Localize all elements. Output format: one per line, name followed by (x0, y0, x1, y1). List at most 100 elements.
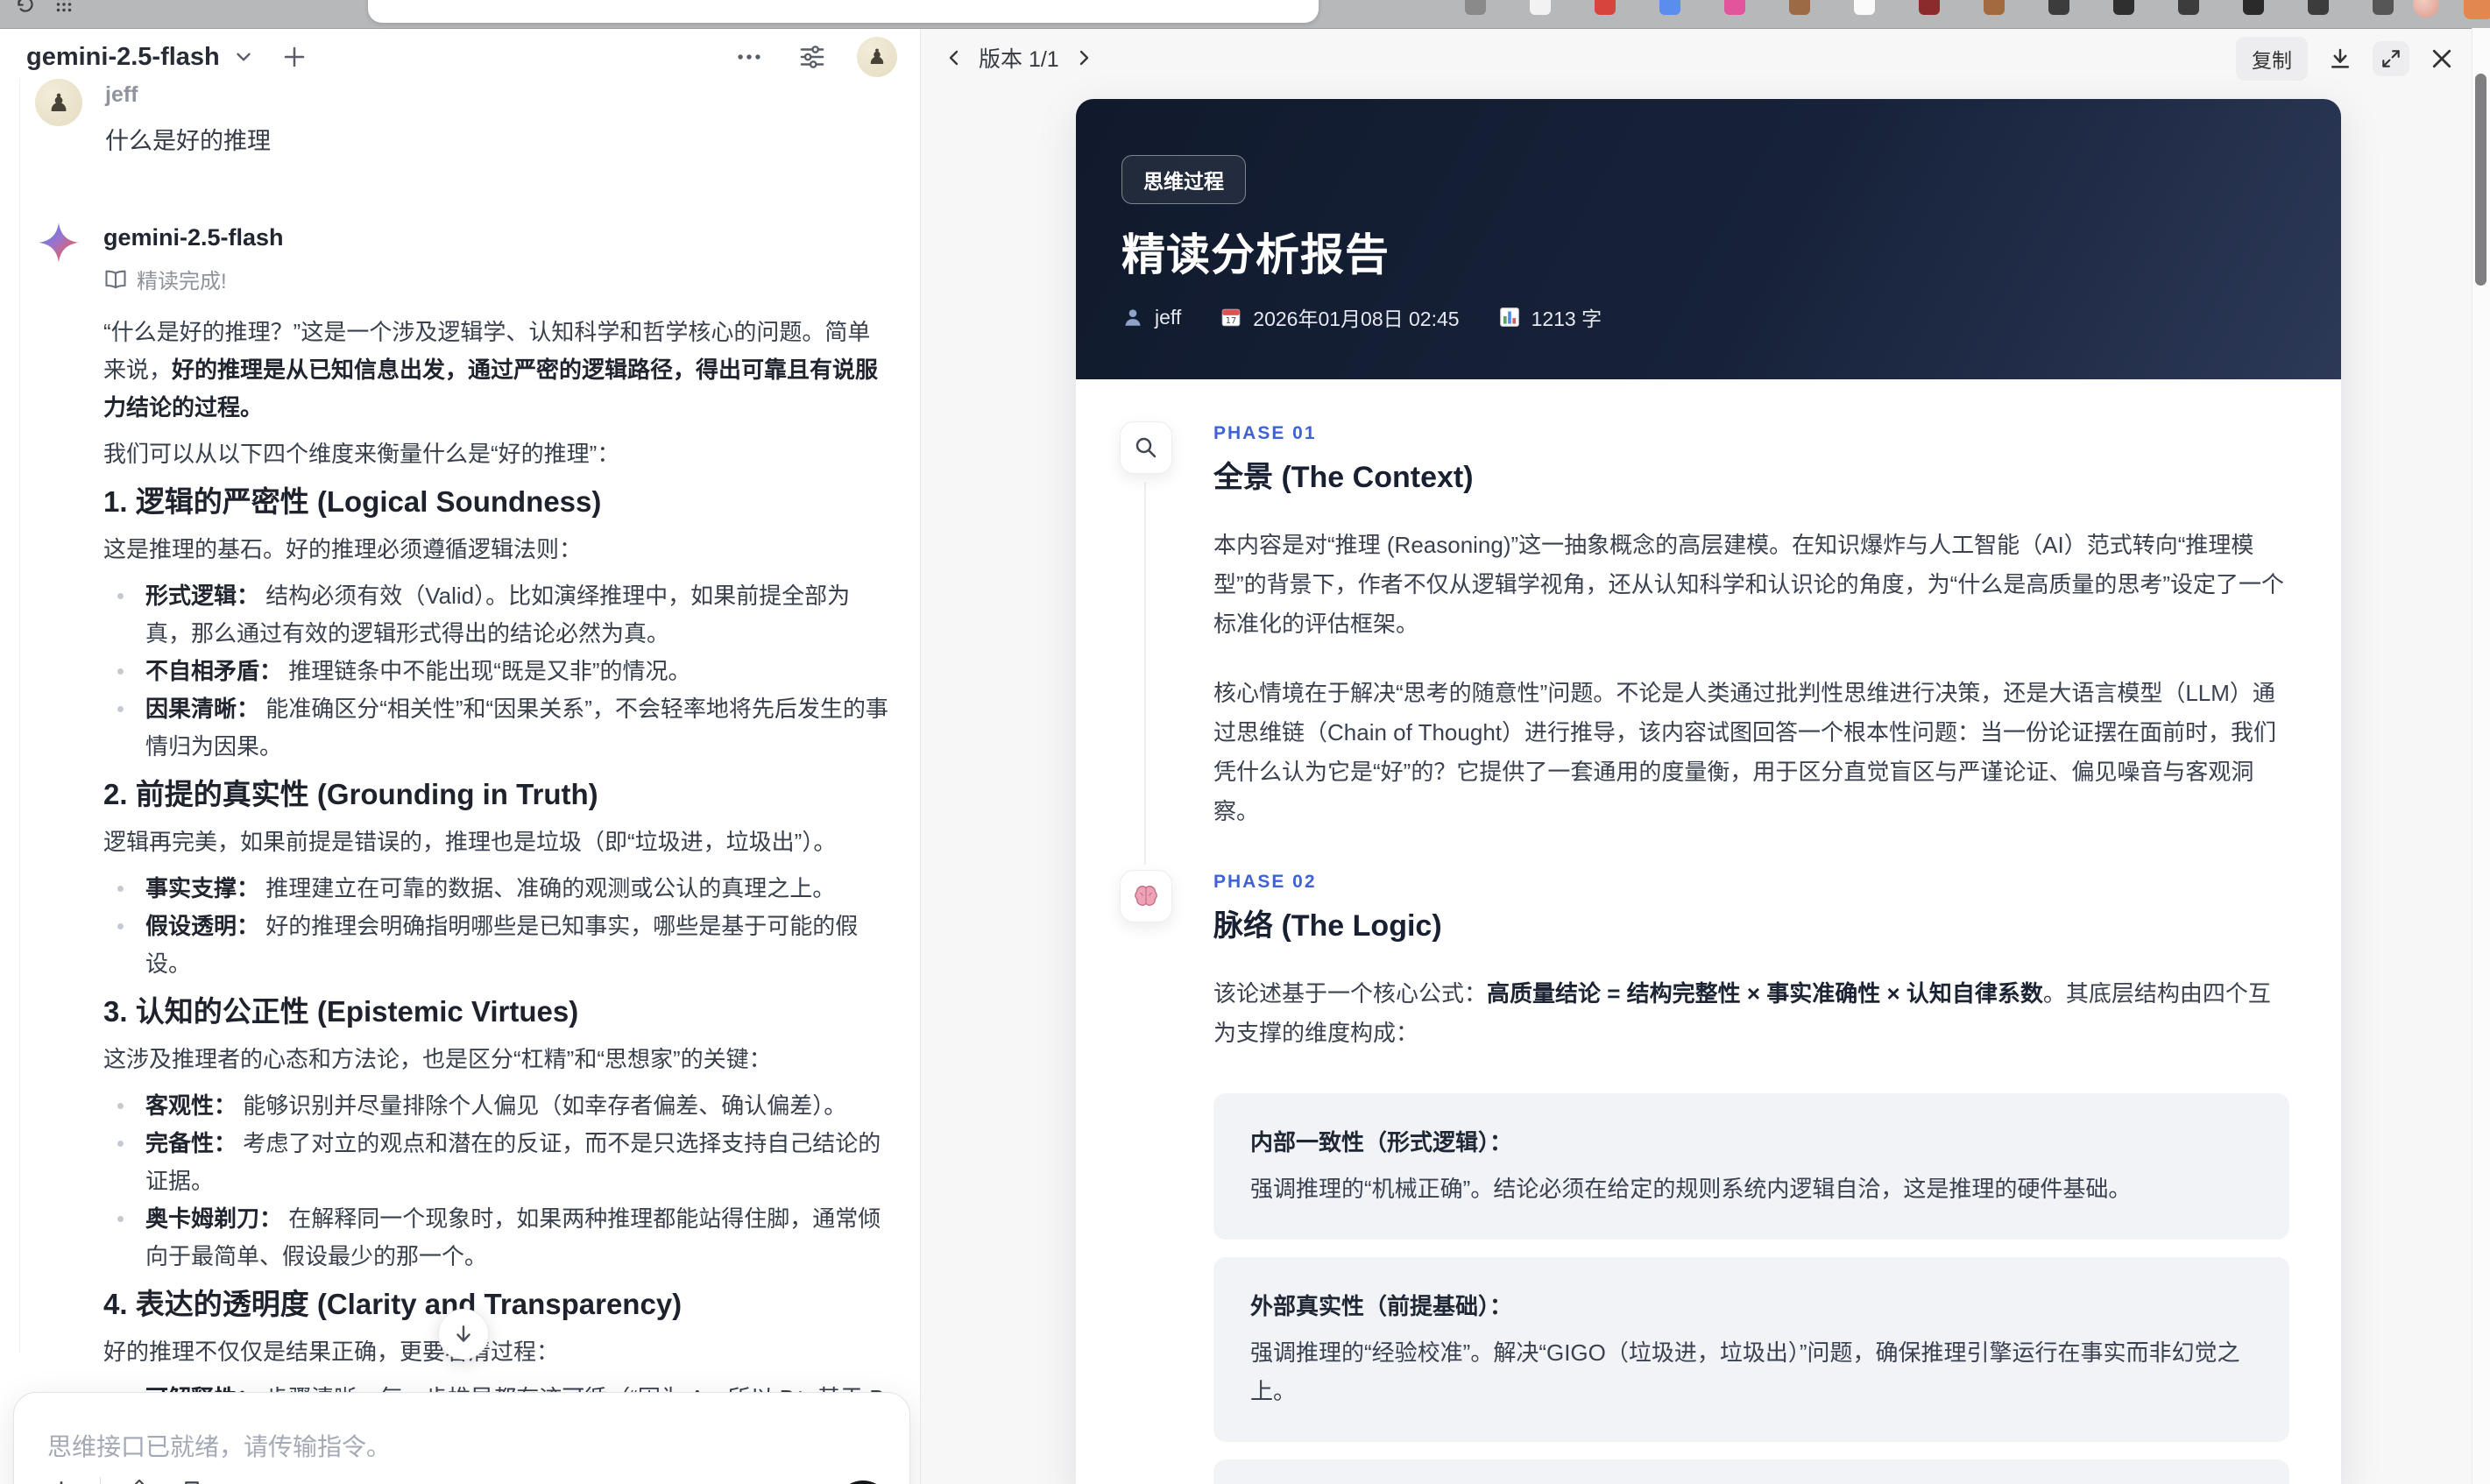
apps-icon[interactable] (125, 1478, 153, 1484)
timeline-line (1144, 483, 1146, 865)
chat-panel: gemini-2.5-flash ♟ ♟ jeff 什么是好的推理 gemini… (0, 28, 921, 1484)
report-meta: jeff 17 2026年01月08日 02:45 1213 字 (1121, 302, 1602, 332)
bullet-list: 形式逻辑： 结构必须有效（Valid）。比如演绎推理中，如果前提全部为真，那么通… (103, 577, 890, 766)
report-phase: PHASE 01 全景 (The Context) 本内容是对“推理 (Reason… (1076, 379, 2341, 865)
phase-title: 全景 (The Context) (1213, 461, 1474, 494)
chat-paragraph: 好的推理不仅仅是结果正确，更要看清过程： (103, 1339, 560, 1365)
divider (100, 1477, 101, 1484)
status-text: 精读完成! (137, 270, 227, 293)
version-label: 版本 1/1 (979, 47, 1059, 72)
attach-button[interactable] (47, 1478, 75, 1484)
browser-corner-icon[interactable] (2464, 0, 2490, 19)
download-icon[interactable] (2327, 46, 2353, 72)
brain-icon (1133, 883, 1159, 909)
more-options-icon[interactable] (734, 42, 764, 72)
extension-icon[interactable] (1919, 0, 1940, 15)
preview-actions: 复制 (2236, 37, 2455, 81)
fullscreen-icon (2380, 47, 2402, 70)
browser-profile-avatar[interactable] (2413, 0, 2439, 18)
phase-cards: 内部一致性（形式逻辑）： 强调推理的“机械正确”。结论必须在给定的规则系统内逻辑自… (1213, 1093, 2289, 1484)
bullet-item: 假设透明： 好的推理会明确指明哪些是已知事实，哪些是基于可能的假设。 (103, 908, 890, 983)
extension-icons-row (1465, 0, 2394, 15)
account-avatar[interactable]: ♟ (857, 37, 897, 77)
gemini-star-icon (37, 223, 81, 266)
extension-icon[interactable] (2243, 0, 2264, 15)
extension-icon[interactable] (2373, 0, 2394, 15)
card-text: 强调推理的“机械正确”。结论必须在给定的规则系统内逻辑自洽，这是推理的硬件基础。 (1250, 1176, 2132, 1202)
phase-label: PHASE 01 (1213, 423, 1317, 443)
report-meta-text: 1213 字 (1531, 307, 1602, 330)
chevron-down-icon[interactable] (232, 46, 255, 68)
chat-messages: ♟ jeff 什么是好的推理 gemini-2.5-flash 精读完成! “什… (35, 79, 899, 1484)
model-settings-icon[interactable] (797, 42, 827, 72)
extension-icon[interactable] (2113, 0, 2134, 15)
version-nav: 版本 1/1 (944, 42, 1094, 74)
extension-icon[interactable] (1724, 0, 1745, 15)
scroll-to-bottom-button[interactable] (438, 1309, 489, 1360)
extension-icon[interactable] (1659, 0, 1680, 15)
bullet-list: 事实支撑： 推理建立在可靠的数据、准确的观测或公认的真理之上。 假设透明： 好的推… (103, 870, 890, 983)
extension-icon[interactable] (1984, 0, 2005, 15)
dimension-card: 外部真实性（前提基础）： 强调推理的“经验校准”。解决“GIGO（垃圾进，垃圾出）… (1213, 1257, 2289, 1442)
chat-paragraph: “什么是好的推理？”这是一个涉及逻辑学、认知科学和哲学核心的问题。简单来说，好的… (103, 319, 879, 420)
phase-title: 脉络 (The Logic) (1213, 909, 1442, 943)
report-meta-item: jeff (1121, 306, 1181, 329)
report-meta-item: 17 2026年01月08日 02:45 (1220, 302, 1460, 332)
copy-button[interactable]: 复制 (2236, 37, 2308, 81)
bullet-item: 客观性： 能够识别并尽量排除个人偏见（如幸存者偏差、确认偏差）。 (103, 1087, 890, 1125)
report-meta-text: jeff (1155, 305, 1182, 329)
scrollbar-thumb[interactable] (2475, 74, 2486, 286)
extension-icon[interactable] (2178, 0, 2199, 15)
next-version-icon[interactable] (1073, 47, 1094, 68)
sidebar-gutter-line (19, 28, 20, 1353)
browser-address-bar[interactable] (368, 0, 1319, 23)
model-name: gemini-2.5-flash (103, 224, 284, 251)
model-title[interactable]: gemini-2.5-flash (26, 43, 220, 72)
bookmark-icon[interactable] (178, 1478, 206, 1484)
preview-panel: 版本 1/1 复制 思维过程 精读分析报告 jeff 17 2026年01月08日 … (921, 28, 2490, 1484)
message-composer[interactable]: 思维接口已就绪，请传输指令。 (13, 1392, 910, 1484)
extension-icon[interactable] (1465, 0, 1486, 15)
extension-icon[interactable] (2048, 0, 2069, 15)
user-name: jeff (105, 82, 138, 107)
book-icon (103, 267, 128, 292)
voice-input-button[interactable] (836, 1480, 890, 1484)
browser-apps-icon[interactable] (53, 0, 75, 16)
bullet-item: 奥卡姆剃刀： 在解释同一个现象时，如果两种推理都能站得住脚，通常倾向于最简单、假… (103, 1200, 890, 1276)
extension-icon[interactable] (2308, 0, 2329, 15)
report-title: 精读分析报告 (1121, 230, 1390, 279)
extension-icon[interactable] (1854, 0, 1875, 15)
section-heading: 1. 逻辑的严密性 (Logical Soundness) (103, 485, 602, 518)
bullet-item: 完备性： 考虑了对立的观点和潜在的反证，而不是只选择支持自己结论的证据。 (103, 1125, 890, 1200)
phase-paragraph: 该论述基于一个核心公式：高质量结论 = 结构完整性 × 事实准确性 × 认知自律… (1213, 980, 2271, 1046)
report-badge: 思维过程 (1121, 155, 1246, 204)
down-arrow-icon (452, 1323, 475, 1346)
preview-header: 版本 1/1 复制 (921, 28, 2490, 89)
section-heading: 2. 前提的真实性 (Grounding in Truth) (103, 778, 598, 810)
report-phase: PHASE 02 脉络 (The Logic) 该论述基于一个核心公式：高质量结论 … (1076, 840, 2341, 1484)
composer-placeholder: 思维接口已就绪，请传输指令。 (47, 1433, 392, 1460)
bullet-item: 事实支撑： 推理建立在可靠的数据、准确的观测或公认的真理之上。 (103, 870, 890, 908)
card-text: 强调推理的“经验校准”。解决“GIGO（垃圾进，垃圾出）”问题，确保推理引擎运行… (1250, 1339, 2240, 1404)
phase-paragraph: 核心情境在于解决“思考的随意性”问题。不论是人类通过批判性思维进行决策，还是大语… (1213, 680, 2277, 824)
magnifier-icon (1133, 435, 1159, 461)
report-body: PHASE 01 全景 (The Context) 本内容是对“推理 (Reason… (1076, 379, 2341, 1484)
extension-icon[interactable] (1530, 0, 1551, 15)
extension-icon[interactable] (1595, 0, 1616, 15)
new-chat-button[interactable] (281, 44, 308, 70)
section-heading: 3. 认知的公正性 (Epistemic Virtues) (103, 995, 579, 1028)
extension-icon[interactable] (1789, 0, 1810, 15)
chat-paragraph: 这涉及推理者的心态和方法论，也是区分“杠精”和“思想家”的关键： (103, 1046, 772, 1072)
report-hero: 思维过程 精读分析报告 jeff 17 2026年01月08日 02:45 1213 … (1076, 99, 2341, 379)
chat-paragraph: 逻辑再完美，如果前提是错误的，推理也是垃圾（即“垃圾进，垃圾出”）。 (103, 829, 837, 855)
prev-version-icon[interactable] (944, 47, 965, 68)
browser-reload-icon[interactable] (14, 0, 37, 16)
close-icon[interactable] (2429, 46, 2455, 72)
assistant-message-body: “什么是好的推理？”这是一个涉及逻辑学、认知科学和哲学核心的问题。简单来说，好的… (103, 314, 890, 1417)
report-meta-text: 2026年01月08日 02:45 (1253, 307, 1460, 330)
bullet-item: 形式逻辑： 结构必须有效（Valid）。比如演绎推理中，如果前提全部为真，那么通… (103, 577, 890, 653)
user-avatar: ♟ (35, 79, 82, 126)
status-line: 精读完成! (103, 264, 890, 294)
fullscreen-button[interactable] (2373, 41, 2409, 76)
phase-label: PHASE 02 (1213, 872, 1317, 892)
